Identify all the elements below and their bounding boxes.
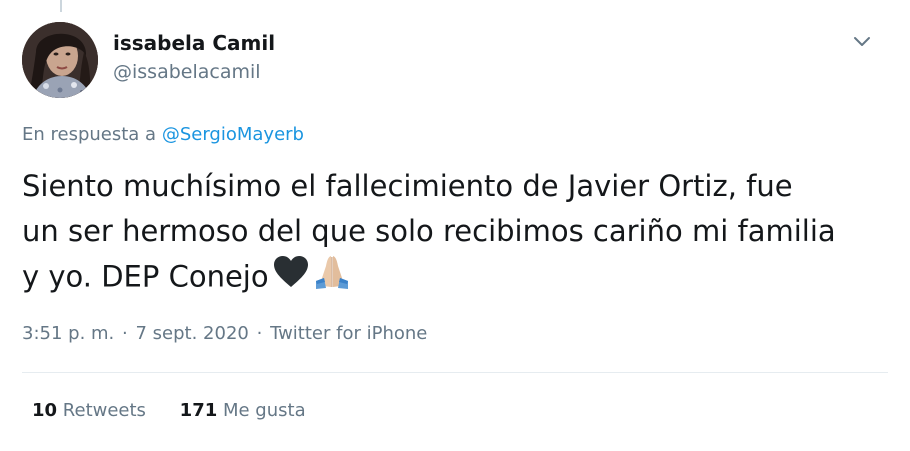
tweet-source-link[interactable]: Twitter for iPhone bbox=[270, 323, 427, 344]
avatar[interactable] bbox=[22, 22, 98, 98]
reply-prefix: En respuesta a bbox=[22, 124, 157, 145]
folded-hands-icon bbox=[313, 254, 351, 303]
avatar-image bbox=[22, 22, 98, 98]
retweets-stat[interactable]: 10 Retweets bbox=[32, 400, 146, 421]
meta-separator: · bbox=[256, 323, 263, 344]
tweet-line-3: y yo. DEP Conejo bbox=[22, 254, 892, 303]
likes-label: Me gusta bbox=[222, 400, 306, 421]
tweet-date[interactable]: 7 sept. 2020 bbox=[135, 323, 248, 344]
reply-mention-link[interactable]: @SergioMayerb bbox=[162, 124, 304, 145]
engagement-stats: 10 Retweets 171 Me gusta bbox=[32, 400, 306, 421]
black-heart-icon bbox=[273, 255, 309, 302]
tweet-line-1: Siento muchísimo el fallecimiento de Jav… bbox=[22, 169, 793, 203]
retweets-count: 10 bbox=[32, 400, 58, 421]
retweets-label: Retweets bbox=[62, 400, 146, 421]
tweet-line-3-text: y yo. DEP Conejo bbox=[22, 259, 269, 294]
reply-context: En respuesta a @SergioMayerb bbox=[22, 124, 304, 145]
meta-separator: · bbox=[122, 323, 128, 344]
likes-count: 171 bbox=[179, 400, 218, 421]
chevron-down-icon[interactable] bbox=[850, 32, 874, 52]
likes-stat[interactable]: 171 Me gusta bbox=[180, 400, 306, 421]
tweet-line-2: un ser hermoso del que solo recibimos ca… bbox=[22, 214, 836, 248]
tweet-metadata: 3:51 p. m. · 7 sept. 2020 · Twitter for … bbox=[22, 323, 427, 344]
thread-connector-line bbox=[60, 0, 62, 12]
author-display-name[interactable]: issabela Camil bbox=[113, 31, 275, 55]
divider bbox=[22, 372, 888, 373]
tweet-time[interactable]: 3:51 p. m. bbox=[22, 323, 114, 344]
tweet-text: Siento muchísimo el fallecimiento de Jav… bbox=[22, 164, 892, 303]
author-handle[interactable]: @issabelacamil bbox=[113, 61, 261, 83]
